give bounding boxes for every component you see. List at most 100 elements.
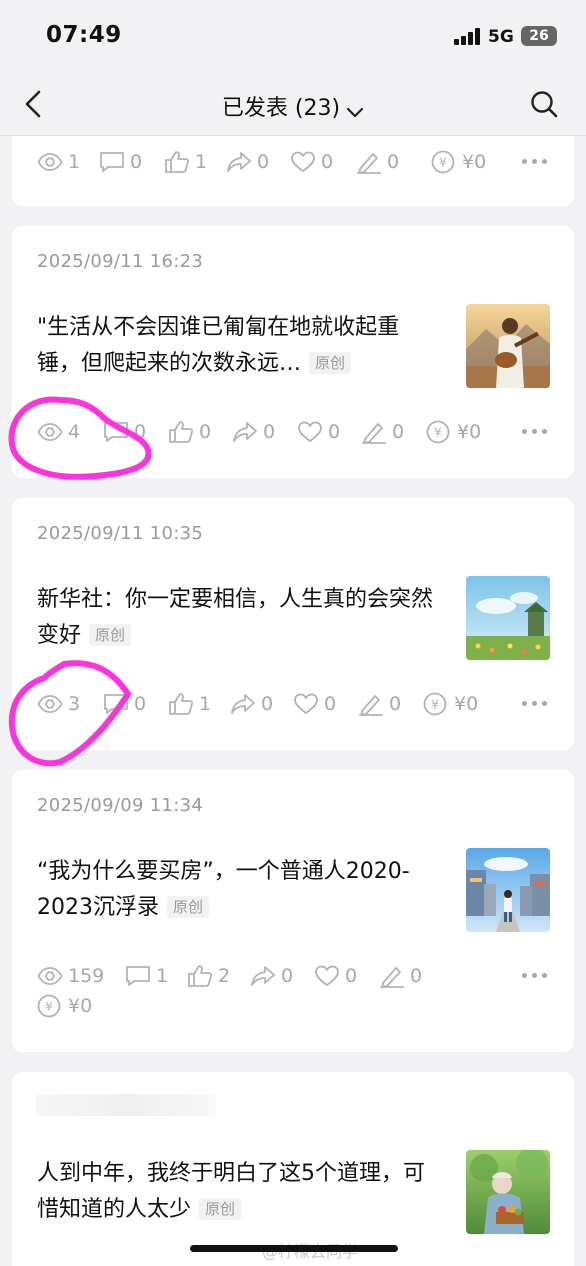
share-icon bbox=[233, 422, 257, 442]
article-title-text: “我为什么要买房”，一个普通人2020-2023沉浮录 bbox=[37, 859, 410, 920]
comment-icon bbox=[104, 694, 128, 714]
article-title[interactable]: 人到中年，我终于明白了这5个道理，可惜知道的人太少 原创 bbox=[37, 1156, 437, 1228]
article-card[interactable]: 2025/09/11 10:35 新华社：你一定要相信，人生真的会突然变好 原创 … bbox=[12, 498, 574, 750]
comments-count: 0 bbox=[134, 693, 147, 715]
favorites-count: 0 bbox=[324, 693, 337, 715]
status-time: 07:49 bbox=[46, 22, 122, 48]
svg-text:¥: ¥ bbox=[45, 1000, 53, 1014]
stats-row: 159 1 2 0 0 0 bbox=[37, 963, 457, 991]
article-card[interactable]: 2025/09/09 11:34 “我为什么要买房”，一个普通人2020-202… bbox=[12, 770, 574, 1052]
signal-icon bbox=[454, 28, 481, 45]
earnings-amount: ¥0 bbox=[68, 995, 93, 1017]
comments-count: 0 bbox=[134, 421, 147, 443]
yen-coin-icon: ¥ bbox=[37, 994, 61, 1018]
article-thumbnail[interactable] bbox=[466, 848, 550, 932]
thumbs-up-icon bbox=[165, 151, 190, 173]
svg-text:¥: ¥ bbox=[439, 156, 447, 170]
search-icon[interactable] bbox=[530, 90, 558, 118]
comment-icon bbox=[126, 966, 150, 986]
original-tag: 原创 bbox=[199, 1198, 242, 1220]
nav-bar: 已发表 (23) bbox=[0, 72, 586, 136]
chevron-down-icon bbox=[346, 100, 364, 118]
edits-count: 0 bbox=[392, 421, 405, 443]
battery-icon: 26 bbox=[521, 26, 557, 46]
article-list: 1 0 1 0 0 0 ¥ ¥0 2025/09/11 16:23 "生活从不会… bbox=[0, 136, 586, 1266]
network-type: 5G bbox=[488, 27, 514, 47]
svg-text:¥: ¥ bbox=[434, 426, 442, 440]
page-title: 已发表 (23) bbox=[221, 96, 341, 121]
publish-date: 2025/09/11 10:35 bbox=[37, 523, 204, 544]
eye-icon bbox=[37, 695, 63, 713]
share-icon bbox=[227, 152, 251, 172]
shares-count: 0 bbox=[257, 151, 270, 173]
article-thumbnail[interactable] bbox=[466, 1150, 550, 1234]
heart-icon bbox=[294, 693, 318, 714]
eye-icon bbox=[37, 153, 63, 171]
shares-count: 0 bbox=[281, 965, 294, 987]
more-icon[interactable] bbox=[522, 429, 548, 437]
earnings-amount: ¥0 bbox=[457, 421, 482, 443]
share-icon bbox=[251, 966, 275, 986]
more-icon[interactable] bbox=[522, 159, 548, 167]
more-icon[interactable] bbox=[522, 701, 548, 709]
heart-icon bbox=[315, 965, 339, 986]
earnings-amount: ¥0 bbox=[454, 693, 479, 715]
yen-coin-icon: ¥ bbox=[431, 150, 455, 174]
favorites-count: 0 bbox=[328, 421, 341, 443]
heart-icon bbox=[291, 151, 315, 172]
stats-row-earnings: ¥ ¥0 bbox=[37, 993, 157, 1021]
edits-count: 0 bbox=[410, 965, 423, 987]
thumbs-up-icon bbox=[169, 421, 194, 443]
yen-coin-icon: ¥ bbox=[423, 692, 447, 716]
article-thumbnail[interactable] bbox=[466, 304, 550, 388]
article-thumbnail[interactable] bbox=[466, 576, 550, 660]
favorites-count: 0 bbox=[321, 151, 334, 173]
likes-count: 0 bbox=[199, 421, 212, 443]
publish-date: 2025/09/09 11:34 bbox=[37, 795, 204, 816]
edits-count: 0 bbox=[387, 151, 400, 173]
home-indicator[interactable] bbox=[190, 1245, 398, 1252]
comment-icon bbox=[100, 152, 124, 172]
article-card[interactable]: 人到中年，我终于明白了这5个道理，可惜知道的人太少 原创 bbox=[12, 1072, 574, 1266]
article-title[interactable]: "生活从不会因谁已匍匐在地就收起重锤，但爬起来的次数永远… 原创 bbox=[37, 310, 437, 382]
stats-row: 4 0 0 0 0 0 ¥ ¥0 bbox=[37, 419, 557, 447]
views-count: 3 bbox=[68, 693, 81, 715]
likes-count: 1 bbox=[199, 693, 212, 715]
publish-date: 2025/09/11 16:23 bbox=[37, 251, 204, 272]
stats-row: 1 0 1 0 0 0 ¥ ¥0 bbox=[37, 149, 557, 177]
views-count: 4 bbox=[68, 421, 81, 443]
article-card[interactable]: 1 0 1 0 0 0 ¥ ¥0 bbox=[12, 136, 574, 206]
article-card[interactable]: 2025/09/11 16:23 "生活从不会因谁已匍匐在地就收起重锤，但爬起来… bbox=[12, 226, 574, 478]
svg-text:¥: ¥ bbox=[431, 698, 439, 712]
pencil-icon bbox=[357, 153, 381, 174]
earnings-amount: ¥0 bbox=[462, 151, 487, 173]
eye-icon bbox=[37, 423, 63, 441]
status-bar: 07:49 5G 26 bbox=[0, 0, 586, 72]
edits-count: 0 bbox=[389, 693, 402, 715]
comments-count: 1 bbox=[156, 965, 169, 987]
pencil-icon bbox=[362, 423, 386, 444]
stats-row: 3 0 1 0 0 0 ¥ ¥0 bbox=[37, 691, 557, 719]
comments-count: 0 bbox=[130, 151, 143, 173]
original-tag: 原创 bbox=[167, 896, 210, 918]
favorites-count: 0 bbox=[345, 965, 358, 987]
yen-coin-icon: ¥ bbox=[426, 420, 450, 444]
likes-count: 2 bbox=[218, 965, 231, 987]
views-count: 159 bbox=[68, 965, 105, 987]
original-tag: 原创 bbox=[309, 352, 352, 374]
share-icon bbox=[231, 694, 255, 714]
shares-count: 0 bbox=[261, 693, 274, 715]
pencil-icon bbox=[359, 695, 383, 716]
nav-title-dropdown[interactable]: 已发表 (23) bbox=[0, 90, 586, 122]
comment-icon bbox=[104, 422, 128, 442]
likes-count: 1 bbox=[195, 151, 208, 173]
views-count: 1 bbox=[68, 151, 81, 173]
shares-count: 0 bbox=[263, 421, 276, 443]
article-title[interactable]: 新华社：你一定要相信，人生真的会突然变好 原创 bbox=[37, 582, 437, 654]
article-title[interactable]: “我为什么要买房”，一个普通人2020-2023沉浮录 原创 bbox=[37, 854, 427, 926]
original-tag: 原创 bbox=[89, 624, 132, 646]
thumbs-up-icon bbox=[188, 965, 213, 987]
thumbs-up-icon bbox=[169, 693, 194, 715]
blurred-date bbox=[36, 1094, 216, 1116]
more-icon[interactable] bbox=[522, 973, 548, 981]
